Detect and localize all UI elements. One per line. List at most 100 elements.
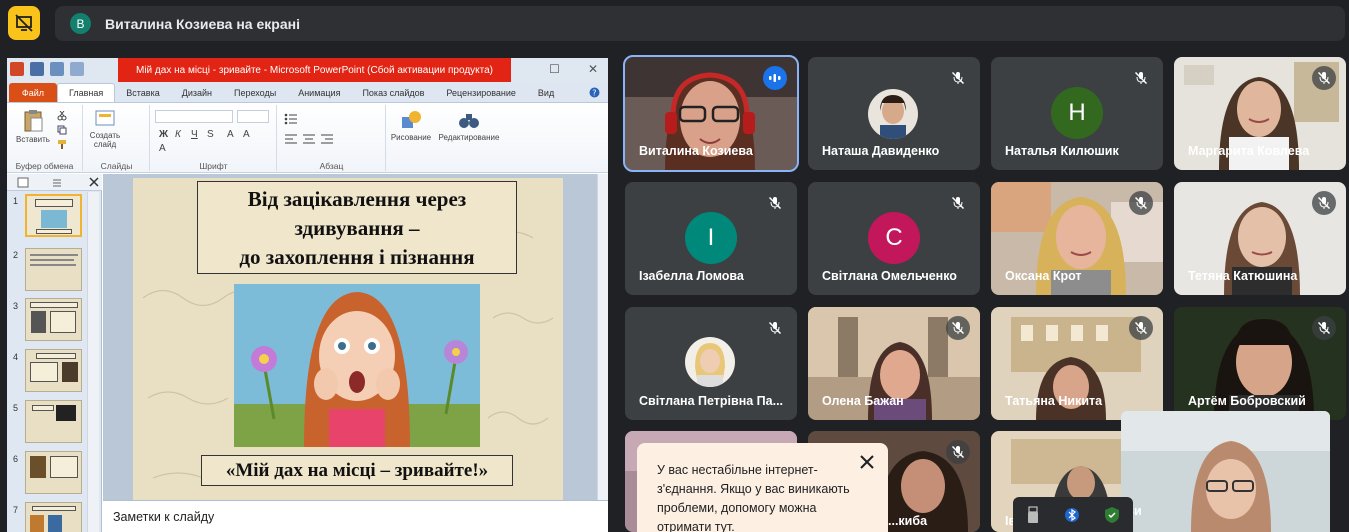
toast-message[interactable]: У вас нестабільне інтернет-з'єднання. Як… <box>657 461 857 532</box>
tab-insert[interactable]: Вставка <box>115 83 170 102</box>
participant-tile[interactable]: Татьяна Никита <box>991 307 1163 420</box>
thumb-number: 4 <box>13 352 19 362</box>
participant-tile[interactable]: Оксана Крот <box>991 182 1163 295</box>
font-shrink-icon[interactable]: A <box>243 129 250 140</box>
slide-editor-area: Від зацікавлення через здивування – до з… <box>103 174 597 502</box>
bullets-icon[interactable] <box>284 113 298 125</box>
cut-icon[interactable] <box>57 111 67 121</box>
presenting-text: Виталина Козиева на екрані <box>105 15 300 32</box>
mic-off-icon <box>1134 196 1148 210</box>
speaking-indicator <box>763 66 787 90</box>
mic-off-indicator <box>1312 191 1336 215</box>
avatar: С <box>868 212 920 264</box>
slide-title-line: до захоплення і пізнання <box>239 245 475 269</box>
slide-thumbnail[interactable] <box>25 298 82 341</box>
editing-button[interactable]: Редактирование <box>437 109 501 142</box>
participant-tile[interactable]: Маргарита Ковлева <box>1174 57 1346 170</box>
usb-drive-icon[interactable] <box>1026 506 1040 524</box>
tab-design[interactable]: Дизайн <box>171 83 223 102</box>
group-label-font: Шрифт <box>199 161 228 171</box>
network-warning-toast: У вас нестабільне інтернет-з'єднання. Як… <box>637 443 888 532</box>
thumb-number: 2 <box>13 250 19 260</box>
participant-name: Виталина Козиева <box>639 144 753 158</box>
mic-off-indicator <box>1312 66 1336 90</box>
save-icon[interactable] <box>30 62 44 76</box>
help-icon[interactable]: ? <box>589 87 600 98</box>
participant-tile[interactable]: Н Наталья Килюшик <box>991 57 1163 170</box>
thumb-number: 5 <box>13 403 19 413</box>
slide-thumbnail[interactable] <box>25 502 82 532</box>
tab-slideshow[interactable]: Показ слайдов <box>351 83 435 102</box>
avatar: Н <box>1051 87 1103 139</box>
mic-off-indicator <box>1129 66 1153 90</box>
slide-thumbnail[interactable] <box>25 349 82 392</box>
security-shield-icon[interactable] <box>1104 506 1120 524</box>
participant-name: Ізабелла Ломова <box>639 269 744 283</box>
thumb-number: 7 <box>13 505 19 515</box>
align-left-icon[interactable] <box>284 133 298 145</box>
new-slide-button[interactable]: Создать слайд <box>86 109 124 149</box>
participant-name: Наталья Килюшик <box>1005 144 1119 158</box>
shapes-icon <box>402 111 421 128</box>
slide-thumbnail[interactable] <box>25 248 82 291</box>
close-pane-icon[interactable] <box>89 177 99 187</box>
font-grow-icon[interactable]: A <box>227 129 234 140</box>
participant-name: Світлана Петрівна Па... <box>639 394 784 408</box>
tab-file[interactable]: Файл <box>9 83 57 102</box>
avatar: І <box>685 212 737 264</box>
tab-review[interactable]: Рецензирование <box>435 83 527 102</box>
bluetooth-icon[interactable] <box>1064 506 1079 524</box>
participant-tile[interactable]: Олена Бажан <box>808 307 980 420</box>
current-slide[interactable]: Від зацікавлення через здивування – до з… <box>133 178 563 502</box>
slide-thumbnail[interactable] <box>25 451 82 494</box>
close-icon[interactable] <box>858 453 876 471</box>
paste-button[interactable]: Вставить <box>13 109 53 144</box>
outline-view-icon[interactable] <box>51 177 63 188</box>
slide-thumbnail[interactable] <box>25 400 82 443</box>
participant-tile[interactable]: Тетяна Катюшина <box>1174 182 1346 295</box>
slide-thumbnail[interactable] <box>25 194 82 237</box>
redo-icon[interactable] <box>70 62 84 76</box>
font-size-select[interactable] <box>237 110 269 123</box>
slides-view-icon[interactable] <box>17 177 29 188</box>
participant-tile[interactable]: Наташа Давиденко <box>808 57 980 170</box>
bold-icon[interactable]: Ж <box>159 129 168 140</box>
participant-tile[interactable]: Виталина Козиева <box>623 55 799 172</box>
slide-title-line: здивування – <box>294 216 420 240</box>
strikethrough-icon[interactable]: S <box>207 129 214 140</box>
tab-transitions[interactable]: Переходы <box>223 83 287 102</box>
close-window-icon[interactable]: ✕ <box>588 62 598 76</box>
underline-icon[interactable]: Ч <box>191 129 198 140</box>
participant-name: Світлана Омельченко <box>822 269 957 283</box>
thumbnails-scrollbar[interactable] <box>87 192 99 532</box>
mic-off-indicator <box>1129 191 1153 215</box>
drawing-button[interactable]: Рисование <box>387 109 435 142</box>
undo-icon[interactable] <box>50 62 64 76</box>
new-slide-icon <box>95 110 115 126</box>
tab-animation[interactable]: Анимация <box>287 83 351 102</box>
align-center-icon[interactable] <box>302 133 316 145</box>
font-name-select[interactable] <box>155 110 233 123</box>
format-painter-icon[interactable] <box>57 139 67 149</box>
participant-tile[interactable]: І Ізабелла Ломова <box>625 182 797 295</box>
self-view-tile[interactable]: Ви <box>1121 411 1330 532</box>
ribbon: Вставить Буфер обмена Создать слайд Слай… <box>7 87 608 173</box>
font-color-icon[interactable]: A <box>159 143 166 154</box>
participant-tile[interactable]: Артём Бобровский <box>1174 307 1346 420</box>
tab-home[interactable]: Главная <box>57 83 116 102</box>
group-slides: Создать слайд Слайды <box>84 105 150 171</box>
slide-scrollbar[interactable] <box>597 174 608 500</box>
copy-icon[interactable] <box>57 125 67 135</box>
italic-icon[interactable]: К <box>175 129 181 140</box>
participant-tile[interactable]: Світлана Петрівна Па... <box>625 307 797 420</box>
participant-tile[interactable]: С Світлана Омельченко <box>808 182 980 295</box>
thumb-number: 3 <box>13 301 19 311</box>
presenter-avatar: В <box>70 13 91 34</box>
maximize-icon[interactable]: ☐ <box>549 62 560 76</box>
participant-name: Тетяна Катюшина <box>1188 269 1298 283</box>
notes-pane[interactable]: Заметки к слайду <box>103 500 608 532</box>
stop-presenting-button[interactable] <box>8 6 40 40</box>
tab-view[interactable]: Вид <box>527 83 565 102</box>
group-label-clipboard: Буфер обмена <box>15 161 74 171</box>
align-right-icon[interactable] <box>320 133 334 145</box>
